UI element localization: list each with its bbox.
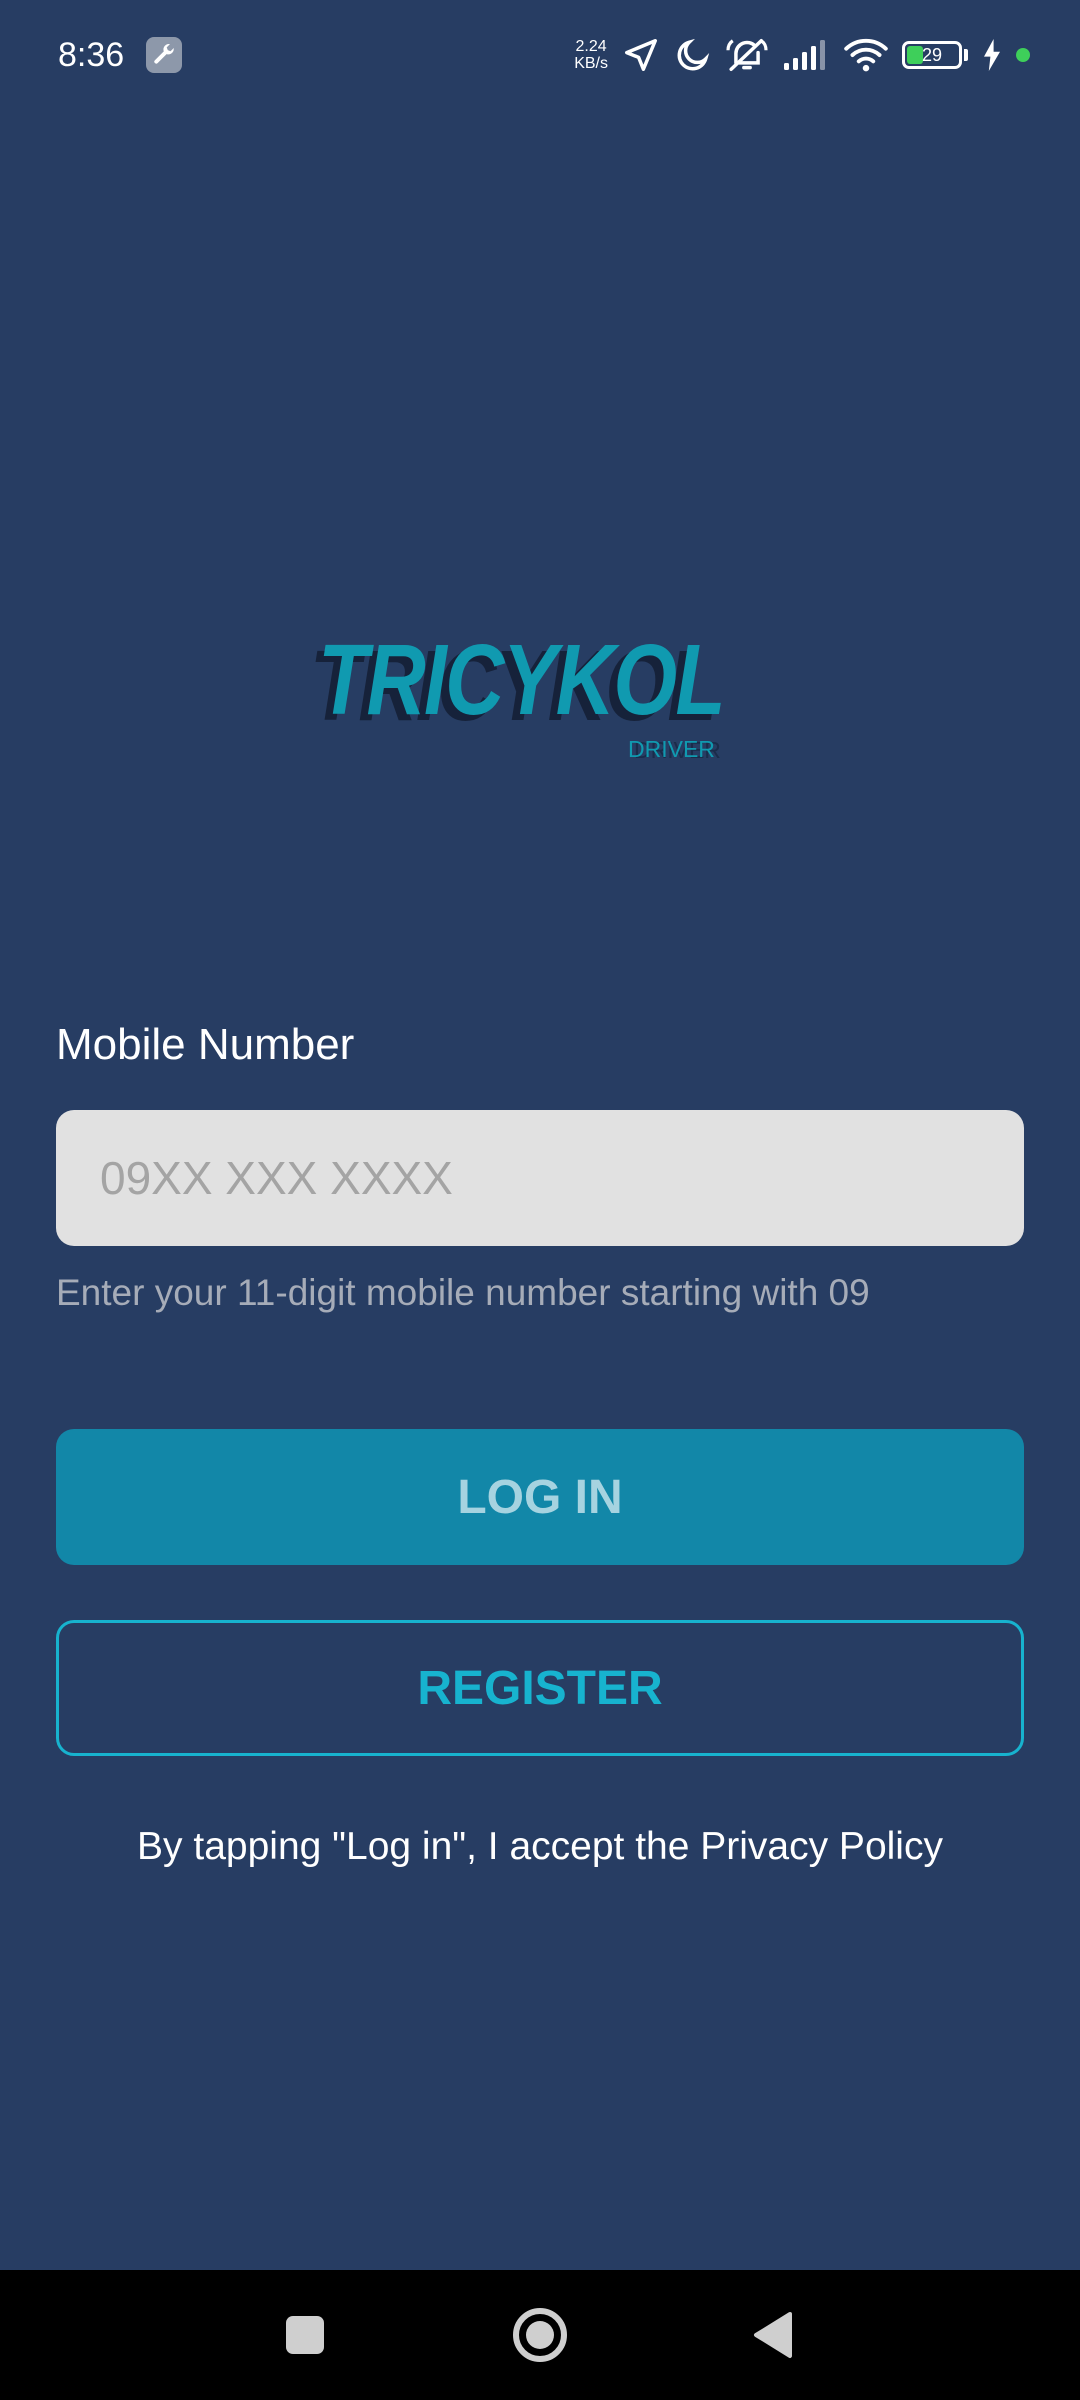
privacy-policy-text[interactable]: By tapping "Log in", I accept the Privac… [0, 1825, 1080, 1869]
login-button[interactable]: LOG IN [56, 1429, 1024, 1565]
mobile-number-helper: Enter your 11-digit mobile number starti… [56, 1272, 870, 1313]
battery-level: 29 [921, 44, 943, 65]
home-icon[interactable] [510, 2305, 570, 2365]
active-dot [1016, 48, 1030, 62]
charging-icon [982, 39, 1002, 71]
mobile-number-input[interactable] [56, 1110, 1024, 1246]
signal-icon [782, 39, 830, 71]
recents-icon[interactable] [282, 2312, 328, 2358]
app-logo: TRICYKOL DRIVER [0, 630, 1080, 770]
location-icon [622, 36, 660, 74]
logo-subtitle: DRIVER [628, 736, 715, 762]
status-right: 2.24 KB/s 29 [574, 36, 1030, 74]
battery-body: 29 [902, 41, 962, 69]
status-bar: 8:36 2.24 KB/s 29 [0, 0, 1080, 110]
battery-icon: 29 [902, 41, 968, 69]
moon-icon [674, 36, 712, 74]
system-navigation-bar [0, 2270, 1080, 2400]
network-speed-unit: KB/s [574, 55, 608, 72]
back-icon[interactable] [750, 2310, 794, 2360]
logo-title: TRICYKOL [318, 624, 726, 736]
status-left: 8:36 [58, 35, 183, 75]
register-button[interactable]: REGISTER [56, 1620, 1024, 1756]
network-speed-value: 2.24 [575, 38, 607, 55]
status-time: 8:36 [58, 35, 125, 74]
network-speed: 2.24 KB/s [574, 38, 608, 72]
battery-tip [964, 49, 968, 61]
wifi-icon [844, 37, 888, 73]
mobile-number-label: Mobile Number [56, 1020, 355, 1069]
mute-icon [726, 36, 768, 74]
wrench-icon [146, 37, 183, 73]
